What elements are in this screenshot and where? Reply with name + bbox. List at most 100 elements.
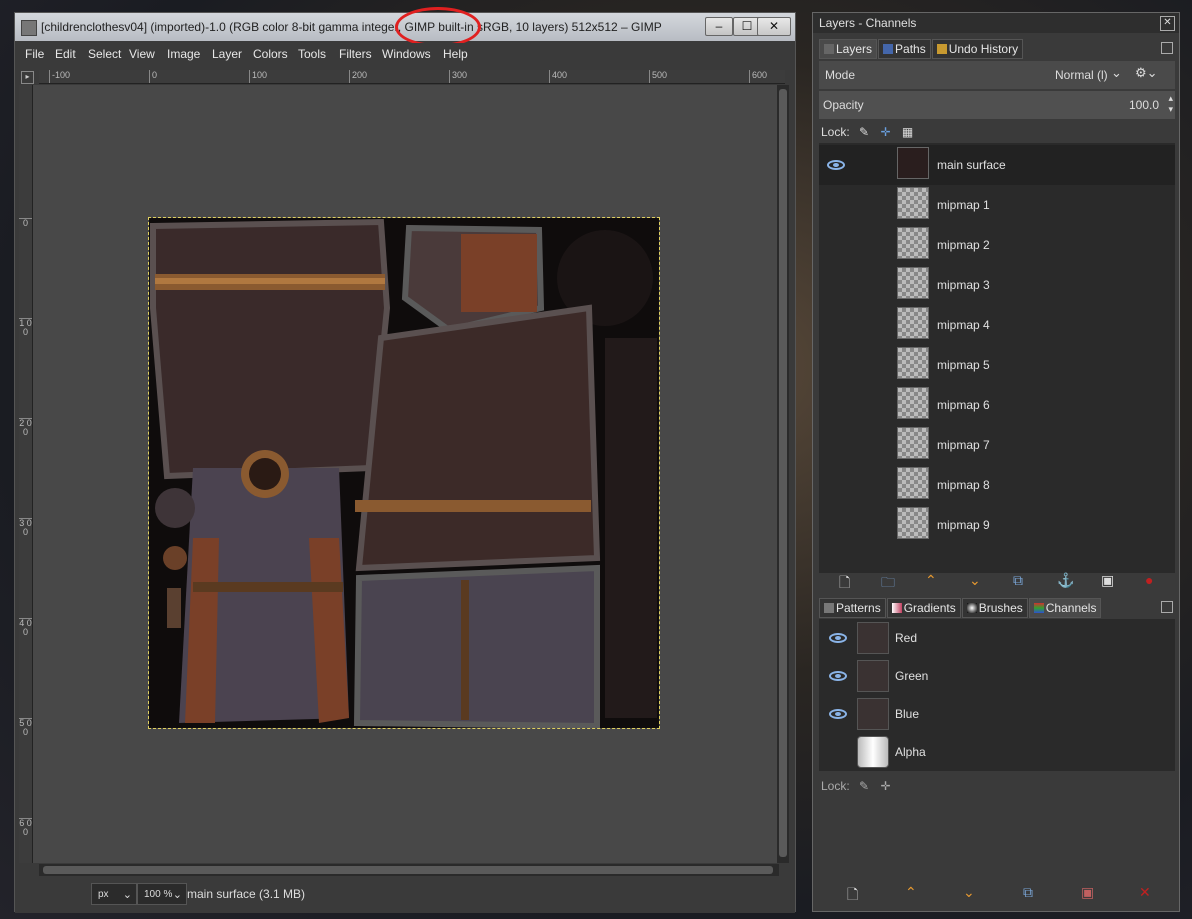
upper-tab-bar: Layers Paths Undo History (819, 39, 1024, 59)
gimp-image-window: [childrenclothesv04] (imported)-1.0 (RGB… (14, 7, 796, 913)
menu-help[interactable]: Help (443, 47, 468, 61)
horizontal-ruler[interactable]: -100 0 100 200 300 400 500 600 (39, 70, 785, 84)
layer-name[interactable]: main surface (937, 158, 1006, 172)
tab-paths[interactable]: Paths (878, 39, 931, 59)
horizontal-scrollbar[interactable] (39, 864, 779, 876)
channel-to-selection-icon[interactable]: ▣ (1081, 884, 1094, 901)
image-canvas[interactable] (148, 217, 660, 729)
layer-name[interactable]: mipmap 2 (937, 238, 990, 252)
layer-name[interactable]: mipmap 9 (937, 518, 990, 532)
layer-row[interactable]: mipmap 4 (819, 305, 1175, 345)
menu-windows[interactable]: Windows (382, 47, 431, 61)
ruler-tick: 400 (549, 70, 567, 83)
canvas-area[interactable] (33, 85, 778, 863)
layer-name[interactable]: mipmap 6 (937, 398, 990, 412)
opacity-row[interactable]: Opacity 100.0 ▴ ▾ (819, 91, 1175, 119)
ruler-tick: 600 (749, 70, 767, 83)
eye-icon[interactable] (829, 709, 847, 719)
layer-row[interactable]: main surface (819, 145, 1175, 185)
quick-mask-toggle[interactable]: ▸ (21, 71, 34, 84)
menu-select[interactable]: Select (88, 47, 121, 61)
unit-select[interactable]: px ⌄ (91, 883, 137, 905)
close-icon[interactable]: ✕ (1160, 16, 1175, 31)
tab-patterns[interactable]: Patterns (819, 598, 886, 618)
layer-thumbnail (897, 187, 929, 219)
menu-image[interactable]: Image (167, 47, 200, 61)
composite-mode-icon[interactable]: ⚙⌄ (1135, 65, 1158, 81)
layer-name[interactable]: mipmap 1 (937, 198, 990, 212)
lock-pixels-icon[interactable]: ✎ (859, 779, 869, 793)
new-layer-icon[interactable]: 🗋 (839, 572, 850, 596)
lock-row: Lock: ✎ ✛ ▦ (821, 125, 913, 139)
channel-list[interactable]: Red Green Blue Alpha (819, 619, 1175, 771)
layer-name[interactable]: mipmap 8 (937, 478, 990, 492)
vertical-ruler[interactable]: 0 1 0 0 2 0 0 3 0 0 4 0 0 5 0 0 6 0 0 (19, 85, 33, 863)
channel-row[interactable]: Alpha (819, 733, 1175, 771)
layer-row[interactable]: mipmap 6 (819, 385, 1175, 425)
layer-row[interactable]: mipmap 2 (819, 225, 1175, 265)
minimize-button[interactable]: – (705, 17, 733, 36)
layer-name[interactable]: mipmap 4 (937, 318, 990, 332)
lock-pixels-icon[interactable]: ✎ (859, 125, 869, 139)
tab-menu-icon[interactable] (1161, 601, 1173, 613)
mode-select[interactable]: Normal (l) (1055, 68, 1108, 82)
new-channel-icon[interactable]: 🗋 (847, 884, 858, 908)
tab-undo-history[interactable]: Undo History (931, 39, 1024, 59)
layer-name[interactable]: mipmap 7 (937, 438, 990, 452)
tab-brushes[interactable]: Brushes (961, 598, 1028, 618)
menu-layer[interactable]: Layer (212, 47, 242, 61)
tab-channels[interactable]: Channels (1028, 598, 1102, 618)
raise-channel-icon[interactable]: ⌃ (905, 884, 917, 901)
spin-arrows-icon[interactable]: ▴ ▾ (1168, 93, 1173, 115)
channel-name[interactable]: Blue (895, 707, 919, 721)
duplicate-layer-icon[interactable]: ⧉ (1013, 572, 1023, 589)
close-window-button[interactable]: ✕ (757, 17, 791, 36)
layer-row[interactable]: mipmap 9 (819, 505, 1175, 545)
delete-layer-icon[interactable]: ● (1145, 572, 1153, 588)
tab-menu-icon[interactable] (1161, 42, 1173, 54)
lower-channel-icon[interactable]: ⌄ (963, 884, 975, 901)
layer-row[interactable]: mipmap 3 (819, 265, 1175, 305)
scroll-thumb[interactable] (779, 89, 787, 857)
channel-row[interactable]: Red (819, 619, 1175, 657)
lock-alpha-icon[interactable]: ▦ (902, 125, 913, 139)
delete-channel-icon[interactable]: ✕ (1139, 884, 1151, 901)
lock-position-icon[interactable]: ✛ (880, 779, 890, 793)
vertical-scrollbar[interactable] (777, 85, 789, 863)
raise-layer-icon[interactable]: ⌃ (925, 572, 937, 589)
mask-layer-icon[interactable]: ▣ (1101, 572, 1114, 589)
menu-tools[interactable]: Tools (298, 47, 326, 61)
menu-colors[interactable]: Colors (253, 47, 288, 61)
new-layer-group-icon[interactable]: 🗀 (881, 572, 895, 596)
eye-icon[interactable] (827, 160, 845, 170)
layer-row[interactable]: mipmap 7 (819, 425, 1175, 465)
lower-layer-icon[interactable]: ⌄ (969, 572, 981, 589)
chevron-down-icon[interactable]: ⌄ (1111, 65, 1122, 81)
tab-layers[interactable]: Layers (819, 39, 878, 59)
layer-row[interactable]: mipmap 1 (819, 185, 1175, 225)
opacity-value[interactable]: 100.0 (1129, 98, 1159, 112)
duplicate-channel-icon[interactable]: ⧉ (1023, 884, 1033, 901)
layer-row[interactable]: mipmap 8 (819, 465, 1175, 505)
eye-icon[interactable] (829, 671, 847, 681)
menu-filters[interactable]: Filters (339, 47, 372, 61)
eye-icon[interactable] (829, 633, 847, 643)
zoom-select[interactable]: 100 % ⌄ (137, 883, 187, 905)
lock-position-icon[interactable]: ✛ (880, 125, 890, 139)
layer-row[interactable]: mipmap 5 (819, 345, 1175, 385)
anchor-layer-icon[interactable]: ⚓ (1057, 572, 1074, 589)
menu-view[interactable]: View (129, 47, 155, 61)
layer-name[interactable]: mipmap 5 (937, 358, 990, 372)
channel-row[interactable]: Blue (819, 695, 1175, 733)
menu-file[interactable]: File (25, 47, 44, 61)
menu-edit[interactable]: Edit (55, 47, 76, 61)
layer-list[interactable]: main surface mipmap 1 mipmap 2 mipmap 3 … (819, 143, 1175, 573)
channel-row[interactable]: Green (819, 657, 1175, 695)
channel-name[interactable]: Alpha (895, 745, 926, 759)
layer-name[interactable]: mipmap 3 (937, 278, 990, 292)
window-titlebar[interactable]: [childrenclothesv04] (imported)-1.0 (RGB… (15, 7, 795, 47)
channel-name[interactable]: Green (895, 669, 928, 683)
tab-gradients[interactable]: Gradients (886, 598, 961, 618)
scroll-thumb[interactable] (43, 866, 773, 874)
channel-name[interactable]: Red (895, 631, 917, 645)
